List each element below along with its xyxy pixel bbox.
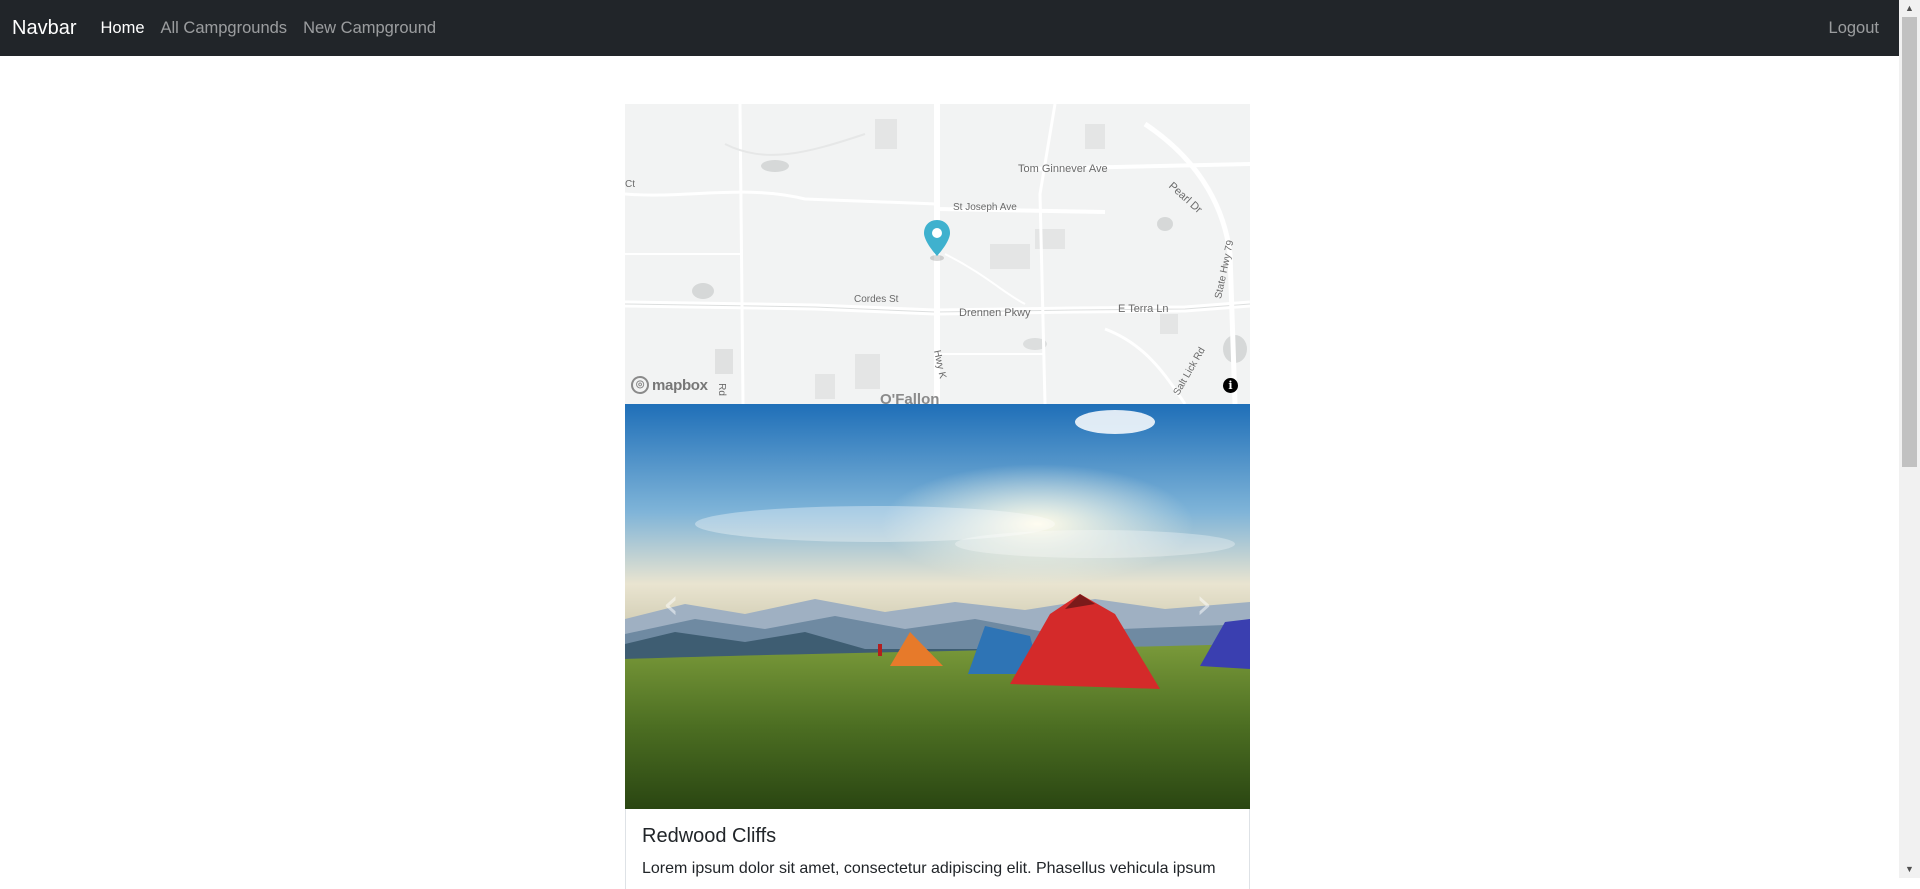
navbar: Navbar Home All Campgrounds New Campgrou… <box>0 0 1899 56</box>
mapbox-logo[interactable]: ◎ mapbox <box>631 376 708 394</box>
campground-description: Lorem ipsum dolor sit amet, consectetur … <box>642 860 1216 877</box>
carousel-next-icon[interactable]: › <box>1184 579 1224 629</box>
map-label-ct: Ct <box>625 179 635 190</box>
map-label-city: O'Fallon <box>880 391 940 404</box>
nav-link-home[interactable]: Home <box>100 19 144 38</box>
map-marker-icon[interactable] <box>922 218 952 262</box>
page-scrollbar[interactable]: ▲ ▼ <box>1899 0 1920 878</box>
campground-card: Tom Ginnever Ave Pearl Dr St Joseph Ave … <box>625 104 1250 889</box>
map-label-drennen: Drennen Pkwy <box>959 307 1031 319</box>
scroll-thumb[interactable] <box>1902 17 1917 467</box>
scroll-down-arrow-icon[interactable]: ▼ <box>1899 861 1920 878</box>
scroll-up-arrow-icon[interactable]: ▲ <box>1899 0 1920 17</box>
navbar-brand[interactable]: Navbar <box>12 17 76 40</box>
campground-image <box>625 404 1250 809</box>
nav-link-all-campgrounds[interactable]: All Campgrounds <box>161 19 288 38</box>
nav-link-new-campground[interactable]: New Campground <box>303 19 436 38</box>
map-label-tom-ginnever: Tom Ginnever Ave <box>1018 163 1108 175</box>
map-label-cordes: Cordes St <box>854 294 899 305</box>
map-label-st-joseph: St Joseph Ave <box>953 202 1017 213</box>
map-label-rd: Rd <box>715 383 727 396</box>
mapbox-attribution: mapbox <box>652 376 708 394</box>
campground-map[interactable]: Tom Ginnever Ave Pearl Dr St Joseph Ave … <box>625 104 1250 404</box>
logout-link[interactable]: Logout <box>1829 19 1879 38</box>
mapbox-logo-icon: ◎ <box>631 376 649 394</box>
image-carousel[interactable]: ‹ › <box>625 404 1250 809</box>
carousel-prev-icon[interactable]: ‹ <box>651 579 691 629</box>
campground-title: Redwood Cliffs <box>642 825 777 847</box>
map-label-terra: E Terra Ln <box>1118 303 1169 315</box>
map-info-icon[interactable]: i <box>1223 378 1238 393</box>
card-body: Redwood Cliffs Lorem ipsum dolor sit ame… <box>625 809 1250 889</box>
